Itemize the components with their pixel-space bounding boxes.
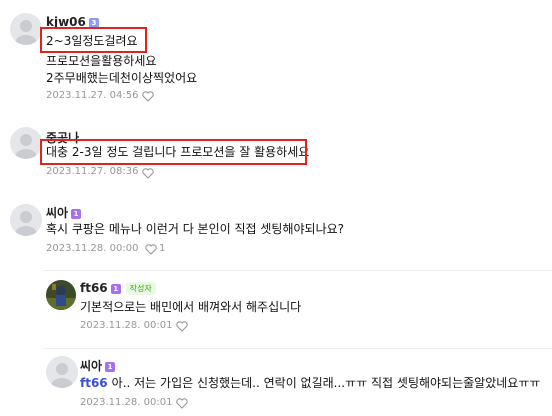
comment-text-line: 프로모션을활용하세요: [46, 54, 157, 68]
default-avatar-icon[interactable]: [10, 204, 42, 236]
reply-item: 씨아 1 ft66 아.. 저는 가입은 신청했는데.. 연락이 없길래...ㅠㅠ …: [0, 342, 552, 416]
member-level-badge: 1: [110, 284, 121, 294]
highlight-box: [40, 139, 307, 165]
reply-author[interactable]: ft66 1 작성자: [80, 281, 156, 295]
highlight-box: [40, 27, 147, 53]
reply-divider: [43, 270, 552, 271]
reply-author[interactable]: 씨아 1: [80, 357, 116, 374]
like-count: 1: [159, 243, 166, 254]
comment-item: 중곳나 대충 2-3일 정도 걸립니다 프로모션을 잘 활용하세요 2023.1…: [0, 118, 552, 196]
default-avatar-icon[interactable]: [10, 127, 42, 159]
comment-date: 2023.11.27. 08:36: [46, 166, 139, 177]
reply-text: ft66 아.. 저는 가입은 신청했는데.. 연락이 없길래...ㅠㅠ 직접 셋…: [80, 376, 541, 390]
comment-item: 씨아 1 혹시 쿠팡은 메뉴나 이런거 다 본인이 직접 셋팅해야되나요? 202…: [0, 196, 552, 266]
comment-author[interactable]: 씨아 1: [46, 204, 82, 221]
heart-icon[interactable]: [176, 398, 188, 409]
comment-item: kjw06 3 2~3일정도걸려요 프로모션을활용하세요 2주무배했는데천이상찍었…: [0, 0, 552, 118]
writer-tag: 작성자: [125, 282, 156, 295]
user-photo-avatar[interactable]: [46, 280, 76, 310]
comment-date: 2023.11.27. 04:56: [46, 90, 139, 101]
comment-date: 2023.11.28. 00:00: [46, 243, 139, 254]
member-level-badge: 1: [105, 362, 116, 372]
default-avatar-icon[interactable]: [10, 13, 42, 45]
reply-item: ft66 1 작성자 기본적으로는 배민에서 배껴와서 해주십니다 2023.11.…: [0, 266, 552, 342]
heart-icon[interactable]: [145, 244, 157, 255]
reply-divider: [43, 348, 552, 349]
mention-link[interactable]: ft66: [80, 376, 108, 390]
default-avatar-icon[interactable]: [46, 356, 78, 388]
reply-text: 기본적으로는 배민에서 배껴와서 해주십니다: [80, 300, 302, 314]
comment-text-line: 혹시 쿠팡은 메뉴나 이런거 다 본인이 직접 셋팅해야되나요?: [46, 222, 345, 236]
member-level-badge: 1: [71, 209, 82, 219]
heart-icon[interactable]: [142, 91, 154, 102]
comment-text-line: 2주무배했는데천이상찍었어요: [46, 71, 198, 85]
heart-icon[interactable]: [176, 321, 188, 332]
heart-icon[interactable]: [142, 168, 154, 179]
reply-date: 2023.11.28. 00:01: [80, 320, 173, 331]
reply-date: 2023.11.28. 00:01: [80, 397, 173, 408]
